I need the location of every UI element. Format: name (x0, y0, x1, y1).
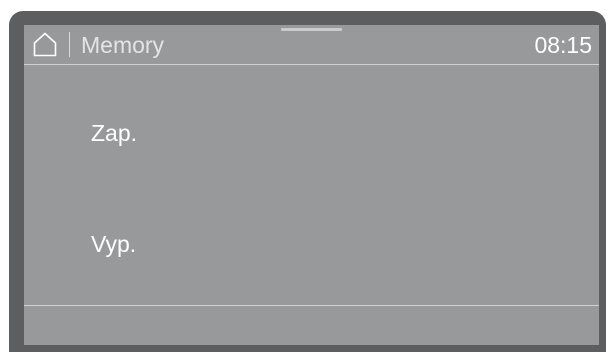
header-bar: Memory 08:15 (24, 25, 599, 64)
display-screen: Memory 08:15 Zap. Vyp. (24, 25, 599, 345)
home-icon[interactable] (33, 32, 57, 57)
clock: 08:15 (534, 32, 592, 58)
page-title: Memory (81, 32, 165, 58)
option-off[interactable]: Vyp. (91, 230, 136, 258)
option-on[interactable]: Zap. (91, 119, 137, 147)
footer-bar (24, 306, 599, 345)
header-divider (69, 32, 70, 57)
header-divider-line (24, 64, 599, 65)
